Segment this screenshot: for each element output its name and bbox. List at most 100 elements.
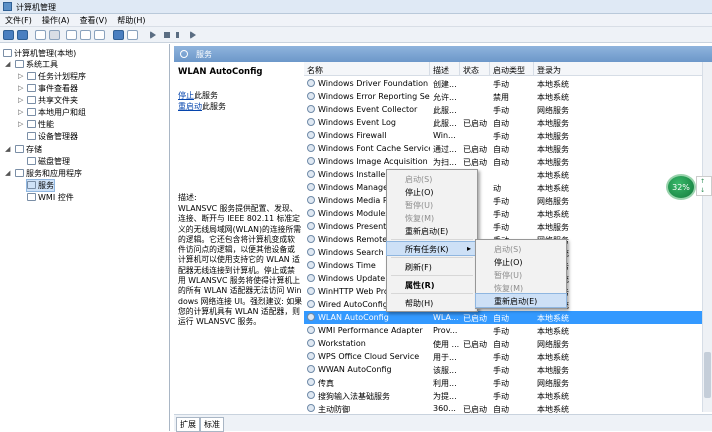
expand-arrow-icon[interactable]: ◢ [5, 145, 10, 153]
service-row[interactable]: Windows Media Pla 手动 网络服务 [304, 194, 704, 207]
tree-system-tools[interactable]: 系统工具 [15, 59, 58, 70]
collapse-arrow-icon[interactable]: ▷ [18, 84, 23, 92]
menu-item-all-tasks[interactable]: 所有任务(K) ▸ [386, 241, 478, 256]
tab-standard[interactable]: 标准 [200, 417, 224, 432]
cpu-usage-widget[interactable]: 32% [666, 174, 696, 200]
tree-performance[interactable]: 性能 [27, 119, 54, 130]
service-row[interactable]: Windows Managem 动本地系统 [304, 181, 704, 194]
storage-icon [15, 145, 24, 153]
tree-root[interactable]: 计算机管理(本地) [3, 48, 76, 59]
forward-icon[interactable] [17, 30, 28, 40]
console-icon[interactable] [127, 30, 138, 40]
service-row[interactable]: Windows Firewall Win... 手动 本地服务 [304, 129, 704, 142]
service-gear-icon [307, 248, 315, 256]
menu-item-pause[interactable]: 暂停(U) [387, 198, 477, 211]
properties-icon[interactable] [66, 30, 77, 40]
service-row[interactable]: Workstation 使用 ... 已启动 自动 网络服务 [304, 337, 704, 350]
tree-storage[interactable]: 存储 [15, 144, 42, 155]
tree-services[interactable]: 服务 [26, 179, 55, 192]
column-status[interactable]: 状态 [460, 62, 490, 76]
service-row[interactable]: 搜狗输入法基础服务 为提... 手动 本地系统 [304, 389, 704, 402]
computer-management-icon [3, 2, 12, 11]
menu-action[interactable]: 操作(A) [37, 14, 75, 27]
tree-wmi[interactable]: WMI 控件 [27, 192, 74, 203]
tree-event-viewer[interactable]: 事件查看器 [27, 83, 78, 94]
collapse-arrow-icon[interactable]: ▷ [18, 120, 23, 128]
vertical-scrollbar[interactable] [702, 62, 712, 412]
description-text: WLANSVC 服务提供配置、发现、连接、断开与 IEEE 802.11 标准定… [178, 204, 302, 327]
menu-help[interactable]: 帮助(H) [112, 14, 150, 27]
export-icon[interactable] [94, 30, 105, 40]
column-logon-as[interactable]: 登录为 [534, 62, 704, 76]
refresh-icon[interactable] [80, 30, 91, 40]
service-row[interactable]: WWAN AutoConfig 该服... 手动 本地服务 [304, 363, 704, 376]
menu-view[interactable]: 查看(V) [75, 14, 113, 27]
clock-icon [27, 72, 36, 80]
service-logon-as: 本地系统 [537, 184, 569, 193]
expand-arrow-icon[interactable]: ◢ [5, 169, 10, 177]
tree-disk-management[interactable]: 磁盘管理 [27, 156, 70, 167]
help-icon[interactable] [113, 30, 124, 40]
service-row[interactable]: Windows Font Cache Service 通过... 已启动 自动 本地服务 [304, 142, 704, 155]
submenu-item-restart[interactable]: 重新启动(E) [475, 293, 567, 308]
menu-item-help[interactable]: 帮助(H) [387, 296, 477, 309]
restart-service-link[interactable]: 重启动 [178, 102, 202, 111]
menu-file[interactable]: 文件(F) [0, 14, 37, 27]
service-row[interactable]: Windows Event Collector 此服... 手动 网络服务 [304, 103, 704, 116]
service-row[interactable]: Windows Event Log 此服... 已启动 自动 本地服务 [304, 116, 704, 129]
column-description[interactable]: 描述 [430, 62, 460, 76]
collapse-arrow-icon[interactable]: ▷ [18, 72, 23, 80]
menu-separator [391, 293, 473, 294]
restart-service-icon[interactable] [190, 31, 196, 39]
start-service-icon[interactable] [150, 31, 156, 39]
service-row[interactable]: Windows Driver Foundation -... 创建... 手动 本地系… [304, 77, 704, 90]
service-row[interactable]: Windows Modules 手动 本地系统 [304, 207, 704, 220]
menu-item-properties[interactable]: 属性(R) [387, 278, 477, 291]
menu-item-restart[interactable]: 重新启动(E) [387, 224, 477, 237]
show-hide-tree-icon[interactable] [49, 30, 60, 40]
menu-item-resume[interactable]: 恢复(M) [387, 211, 477, 224]
service-row[interactable]: WPS Office Cloud Service 用于... 手动 本地系统 [304, 350, 704, 363]
tree-shared-folders[interactable]: 共享文件夹 [27, 95, 78, 106]
service-gear-icon [307, 378, 315, 386]
event-viewer-icon [27, 84, 36, 92]
stop-service-icon[interactable] [164, 32, 170, 38]
submenu-item-start[interactable]: 启动(S) [476, 242, 566, 255]
menu-item-stop[interactable]: 停止(O) [387, 185, 477, 198]
expand-arrow-icon[interactable]: ◢ [5, 60, 10, 68]
tab-extended[interactable]: 扩展 [176, 417, 200, 432]
service-row[interactable]: Windows Image Acquisition (... 为扫... 已启动 自动… [304, 155, 704, 168]
back-icon[interactable] [3, 30, 14, 40]
service-logon-as: 本地服务 [537, 158, 569, 167]
pause-service-icon[interactable] [176, 32, 179, 38]
submenu-item-resume[interactable]: 恢复(M) [476, 281, 566, 294]
tree-task-scheduler[interactable]: 任务计划程序 [27, 71, 86, 82]
service-row[interactable]: Windows Error Reporting Ser... 允许... 禁用 本地系… [304, 90, 704, 103]
service-row[interactable]: Windows Installer 本地系统 [304, 168, 704, 181]
submenu-item-stop[interactable]: 停止(O) [476, 255, 566, 268]
service-gear-icon [307, 79, 315, 87]
tree-device-manager[interactable]: 设备管理器 [27, 131, 78, 142]
service-row[interactable]: WLAN AutoConfig WLA... 已启动 自动 本地系统 [304, 311, 704, 324]
services-apps-icon [15, 169, 24, 177]
column-startup-type[interactable]: 启动类型 [490, 62, 534, 76]
menu-item-start[interactable]: 启动(S) [387, 172, 477, 185]
scrollbar-thumb[interactable] [704, 352, 711, 398]
tree-services-apps[interactable]: 服务和应用程序 [15, 168, 82, 179]
column-name[interactable]: 名称 [304, 62, 430, 76]
menu-item-refresh[interactable]: 刷新(F) [387, 260, 477, 273]
service-row[interactable]: Windows Presentati 手动 本地服务 [304, 220, 704, 233]
service-name: Windows Image Acquisition (... [318, 157, 430, 166]
service-startup-type: 手动 [493, 197, 509, 206]
collapse-arrow-icon[interactable]: ▷ [18, 108, 23, 116]
service-startup-type: 动 [493, 184, 501, 193]
service-row[interactable]: WMI Performance Adapter Prov... 手动 本地系统 [304, 324, 704, 337]
up-folder-icon[interactable] [35, 30, 46, 40]
collapse-arrow-icon[interactable]: ▷ [18, 96, 23, 104]
service-startup-type: 手动 [493, 379, 509, 388]
service-logon-as: 本地系统 [537, 314, 569, 323]
stop-service-link[interactable]: 停止 [178, 91, 194, 100]
tree-local-users[interactable]: 本地用户和组 [27, 107, 86, 118]
submenu-item-pause[interactable]: 暂停(U) [476, 268, 566, 281]
service-row[interactable]: 传真 利用... 手动 网络服务 [304, 376, 704, 389]
